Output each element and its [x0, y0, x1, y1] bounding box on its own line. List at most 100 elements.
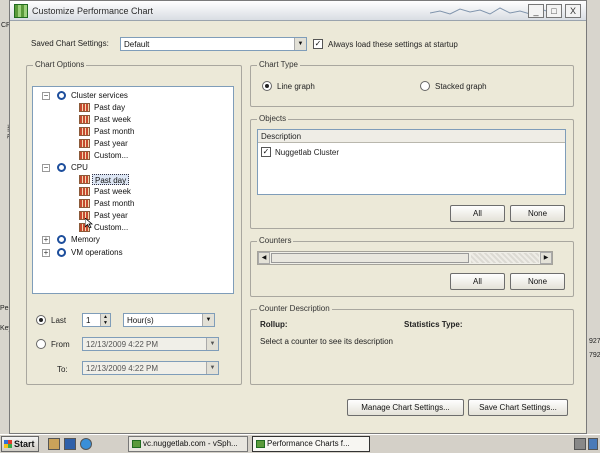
- chart-options-title: Chart Options: [33, 60, 87, 69]
- internet-explorer-icon[interactable]: [80, 438, 92, 450]
- stacked-graph-radio[interactable]: [420, 81, 430, 91]
- start-label: Start: [14, 439, 35, 449]
- tree-node-cpu[interactable]: CPU: [71, 162, 88, 173]
- expand-icon[interactable]: +: [42, 249, 50, 257]
- chart-icon: [79, 151, 90, 160]
- tree-node-cluster-services[interactable]: Cluster services: [71, 90, 128, 101]
- last-amount-stepper[interactable]: 1 ▲ ▼: [82, 313, 111, 327]
- counter-description-hint: Select a counter to see its description: [260, 337, 393, 346]
- object-row-label[interactable]: Nuggetlab Cluster: [275, 148, 339, 157]
- objects-column-header[interactable]: Description: [258, 130, 565, 143]
- chart-icon: [79, 115, 90, 124]
- taskbar-item-performance-charts[interactable]: Performance Charts f...: [252, 436, 370, 452]
- saved-settings-dropdown[interactable]: Default ▼: [120, 37, 307, 51]
- minimize-button[interactable]: _: [528, 4, 544, 18]
- stepper-down-icon[interactable]: ▼: [100, 320, 110, 326]
- to-date-picker[interactable]: 12/13/2009 4:22 PM ▼: [82, 361, 219, 375]
- tree-item-past-week[interactable]: Past week: [94, 114, 131, 125]
- tree-node-memory[interactable]: Memory: [71, 234, 100, 245]
- saved-settings-value: Default: [124, 40, 150, 49]
- tree-item-past-year[interactable]: Past year: [94, 138, 128, 149]
- chart-icon: [79, 175, 90, 184]
- tree-item-custom[interactable]: Custom...: [94, 222, 128, 233]
- dialog-title: Customize Performance Chart: [32, 6, 154, 16]
- counter-description-title: Counter Description: [257, 304, 332, 313]
- chart-type-title: Chart Type: [257, 60, 300, 69]
- stacked-graph-label: Stacked graph: [435, 82, 487, 91]
- tree-item-past-month[interactable]: Past month: [94, 126, 134, 137]
- from-date-value: 12/13/2009 4:22 PM: [86, 340, 159, 349]
- vm-operations-node-icon: [57, 248, 66, 257]
- collapse-icon[interactable]: −: [42, 92, 50, 100]
- maximize-button[interactable]: □: [546, 4, 562, 18]
- chart-app-icon: [14, 4, 28, 18]
- tree-node-vm-operations[interactable]: VM operations: [71, 247, 123, 258]
- objects-title: Objects: [257, 114, 289, 123]
- volume-tray-icon[interactable]: [588, 438, 598, 450]
- collapse-icon[interactable]: −: [42, 164, 50, 172]
- close-button[interactable]: X: [565, 4, 581, 18]
- counters-none-button[interactable]: None: [510, 273, 565, 290]
- last-radio[interactable]: [36, 315, 46, 325]
- title-bar[interactable]: Customize Performance Chart _ □ X: [10, 1, 586, 21]
- objects-all-button[interactable]: All: [450, 205, 505, 222]
- counters-all-button[interactable]: All: [450, 273, 505, 290]
- time-unit-dropdown[interactable]: Hour(s) ▼: [123, 313, 215, 327]
- mouse-cursor-icon: [85, 218, 93, 228]
- server-manager-icon[interactable]: [48, 438, 60, 450]
- memory-node-icon: [57, 235, 66, 244]
- scroll-right-icon[interactable]: ▶: [540, 252, 552, 264]
- chart-icon: [79, 103, 90, 112]
- background-label: 792: [589, 352, 600, 359]
- taskbar-item-label: Performance Charts f...: [267, 439, 350, 448]
- to-date-value: 12/13/2009 4:22 PM: [86, 364, 159, 373]
- line-graph-label: Line graph: [277, 82, 315, 91]
- chevron-down-icon: ▼: [206, 362, 218, 374]
- scroll-thumb[interactable]: [271, 253, 469, 263]
- saved-settings-label: Saved Chart Settings:: [31, 39, 109, 48]
- objects-list: Description ✓ Nuggetlab Cluster: [257, 129, 566, 195]
- chart-icon: [79, 187, 90, 196]
- chart-options-tree: − Cluster services Past day Past week Pa…: [32, 86, 234, 294]
- rollup-label: Rollup:: [260, 320, 288, 329]
- objects-none-button[interactable]: None: [510, 205, 565, 222]
- counters-title: Counters: [257, 236, 294, 245]
- start-button[interactable]: Start: [1, 436, 39, 452]
- manage-chart-settings-button[interactable]: Manage Chart Settings...: [347, 399, 464, 416]
- background-label: 927: [589, 338, 600, 345]
- cpu-node-icon: [57, 163, 66, 172]
- expand-icon[interactable]: +: [42, 236, 50, 244]
- vsphere-icon: [132, 440, 141, 448]
- tree-item-custom[interactable]: Custom...: [94, 150, 128, 161]
- always-load-label: Always load these settings at startup: [328, 40, 458, 49]
- chevron-down-icon: ▼: [294, 38, 306, 50]
- background-app-right-edge: [586, 0, 600, 434]
- from-date-picker[interactable]: 12/13/2009 4:22 PM ▼: [82, 337, 219, 351]
- cluster-node-icon: [57, 91, 66, 100]
- windows-logo-icon: [4, 440, 12, 448]
- chart-icon: [79, 127, 90, 136]
- line-graph-radio[interactable]: [262, 81, 272, 91]
- tree-item-past-week[interactable]: Past week: [94, 186, 131, 197]
- last-amount-value: 1: [86, 316, 91, 325]
- tree-item-past-day[interactable]: Past day: [94, 102, 125, 113]
- from-radio[interactable]: [36, 339, 46, 349]
- object-checkbox[interactable]: ✓: [261, 147, 271, 157]
- always-load-checkbox[interactable]: ✓: [313, 39, 323, 49]
- counters-horizontal-scrollbar[interactable]: ◀ ▶: [257, 251, 553, 265]
- tree-item-past-month[interactable]: Past month: [94, 198, 134, 209]
- taskbar-item-vsphere[interactable]: vc.nuggetlab.com - vSph...: [128, 436, 248, 452]
- network-tray-icon[interactable]: [574, 438, 586, 450]
- last-label: Last: [51, 316, 67, 325]
- command-prompt-icon[interactable]: [64, 438, 76, 450]
- chart-app-icon: [256, 440, 265, 448]
- scroll-left-icon[interactable]: ◀: [258, 252, 270, 264]
- time-unit-value: Hour(s): [127, 316, 154, 325]
- chart-icon: [79, 199, 90, 208]
- scroll-track[interactable]: [471, 253, 539, 263]
- tree-item-past-day-selected[interactable]: Past day: [92, 174, 130, 185]
- save-chart-settings-button[interactable]: Save Chart Settings...: [468, 399, 568, 416]
- taskbar: Start vc.nuggetlab.com - vSph... Perform…: [0, 434, 600, 453]
- to-label: To:: [57, 365, 68, 374]
- tree-item-past-year[interactable]: Past year: [94, 210, 128, 221]
